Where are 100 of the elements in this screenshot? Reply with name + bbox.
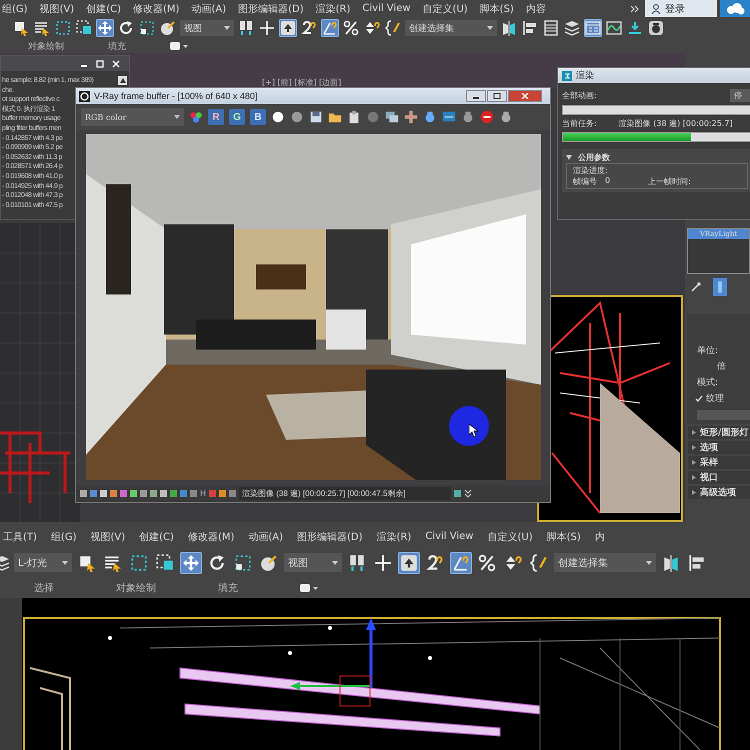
rollout-header[interactable]: 高级选项 [688,486,750,499]
scroll-up-button[interactable] [118,76,127,85]
menu-item[interactable]: 视图(V) [90,530,126,544]
rollout-header[interactable]: 选项 [688,441,750,454]
tool-button[interactable] [647,19,665,37]
tool-button[interactable] [75,19,93,37]
dropdown[interactable]: L-灯光 [14,553,72,572]
menu-item[interactable]: 工具(T) [3,530,37,544]
ribbon-tab[interactable]: 填充 [218,580,238,594]
tool-button[interactable] [342,19,360,37]
tool-button[interactable] [605,19,623,37]
menu-item[interactable]: 动画(A) [191,2,226,16]
login-button[interactable]: 登录 [645,0,717,17]
dropdown[interactable]: 创建选择集 [554,553,656,572]
monitor-icon[interactable] [442,110,456,124]
menu-item[interactable]: 渲染(R) [376,530,412,544]
tool-button[interactable] [450,552,472,574]
maximize-icon[interactable] [95,60,105,68]
images-icon[interactable] [385,110,399,124]
ribbon-tab[interactable]: 对象绘制 [28,40,64,52]
tool-button[interactable] [626,19,644,37]
menu-item[interactable]: 自定义(U) [487,530,533,544]
menu-item[interactable]: Civil View [425,531,474,542]
tool-button[interactable] [237,19,255,37]
history-button[interactable]: H [200,489,206,498]
rollout-header[interactable]: 采样 [688,456,750,469]
colors-icon[interactable] [189,110,203,124]
tool-button[interactable] [398,552,420,574]
circle-icon[interactable] [271,110,285,124]
layers-icon[interactable] [0,554,10,570]
menu-item[interactable]: 创建(C) [139,530,174,544]
teapot-icon[interactable] [423,110,437,124]
rollout-header[interactable]: 公用参数 [578,152,610,163]
ribbon-tab[interactable]: 填充 [108,40,126,52]
menu-item[interactable]: 组(G) [2,2,28,16]
tool-button[interactable] [384,19,402,37]
tool-button[interactable] [258,19,276,37]
menu-item[interactable]: 脚本(S) [546,530,581,544]
menu-item[interactable]: 组(G) [50,530,76,544]
channel-toggle[interactable]: B [250,109,266,125]
tool-button[interactable] [563,19,581,37]
menu-item[interactable]: 脚本(S) [480,2,514,16]
ribbon-tab[interactable]: 选择 [34,580,54,594]
dropdown[interactable]: 创建选择集 [405,20,497,36]
tool-button[interactable] [542,19,560,37]
stop-button[interactable]: 停 [730,89,750,102]
stop-icon[interactable] [480,110,494,124]
menu-item[interactable]: 图形编辑器(D) [238,2,304,16]
menu-item[interactable]: 图形编辑器(D) [297,530,363,544]
close-icon[interactable] [111,60,121,68]
cross-icon[interactable] [404,110,418,124]
input-field[interactable] [697,410,750,420]
menu-item[interactable]: 渲染(R) [316,2,350,16]
channel-dropdown[interactable]: RGB color [81,108,184,126]
eyedropper-icon[interactable] [691,282,701,292]
tool-button[interactable] [279,19,297,37]
menu-item[interactable]: 内 [594,530,605,544]
rollout-header[interactable]: 视口 [688,471,750,484]
dropdown[interactable]: 视图 [284,553,342,572]
rollout-header[interactable]: 矩形/圆形灯 [688,426,750,439]
menu-item[interactable]: 视图(V) [40,2,74,16]
maximize-button[interactable] [487,90,507,102]
teapot-icon[interactable] [499,110,513,124]
dropdown[interactable]: 视图 [180,20,234,36]
tool-button[interactable] [521,19,539,37]
menu-item[interactable]: Civil View [362,3,411,14]
checkbox[interactable] [695,394,703,402]
triangle-icon[interactable] [566,155,572,160]
layers-icon [564,20,580,36]
viewport-label[interactable]: [+] [前] [标准] [边面] [262,77,342,88]
ribbon-tab[interactable]: 对象绘制 [116,580,156,594]
teapot-icon[interactable] [461,110,475,124]
maximize-icon [493,93,501,99]
menu-item[interactable]: 自定义(U) [422,2,468,16]
tool-button[interactable] [12,19,30,37]
channel-toggle[interactable]: G [229,109,245,125]
triangle-icon [692,490,696,495]
tool-button[interactable] [138,19,156,37]
tool-button[interactable] [54,19,72,37]
tool-button[interactable] [300,19,318,37]
tool-icon[interactable] [454,490,462,497]
menu-item[interactable]: 内容 [526,2,546,16]
tool-button[interactable] [180,552,202,574]
menu-item[interactable]: 修改器(M) [133,2,180,16]
ribbon-menu-icon[interactable] [300,584,318,592]
cloud-button[interactable] [720,0,750,17]
tool-button[interactable] [500,19,518,37]
tool-button[interactable] [117,19,135,37]
sphere-icon[interactable] [290,110,304,124]
clipboard-icon[interactable] [347,110,361,124]
menu-item[interactable]: 修改器(M) [188,530,234,544]
ribbon-menu-icon[interactable] [170,42,188,50]
menu-item[interactable]: 动画(A) [248,530,284,544]
tool-button[interactable] [159,19,177,37]
save-icon[interactable] [309,110,323,124]
chevron-icon[interactable] [464,490,472,498]
minimize-button[interactable] [466,90,486,102]
menu-item[interactable]: 创建(C) [86,2,122,16]
close-button[interactable] [508,90,542,102]
chevron-icon[interactable] [631,4,639,12]
